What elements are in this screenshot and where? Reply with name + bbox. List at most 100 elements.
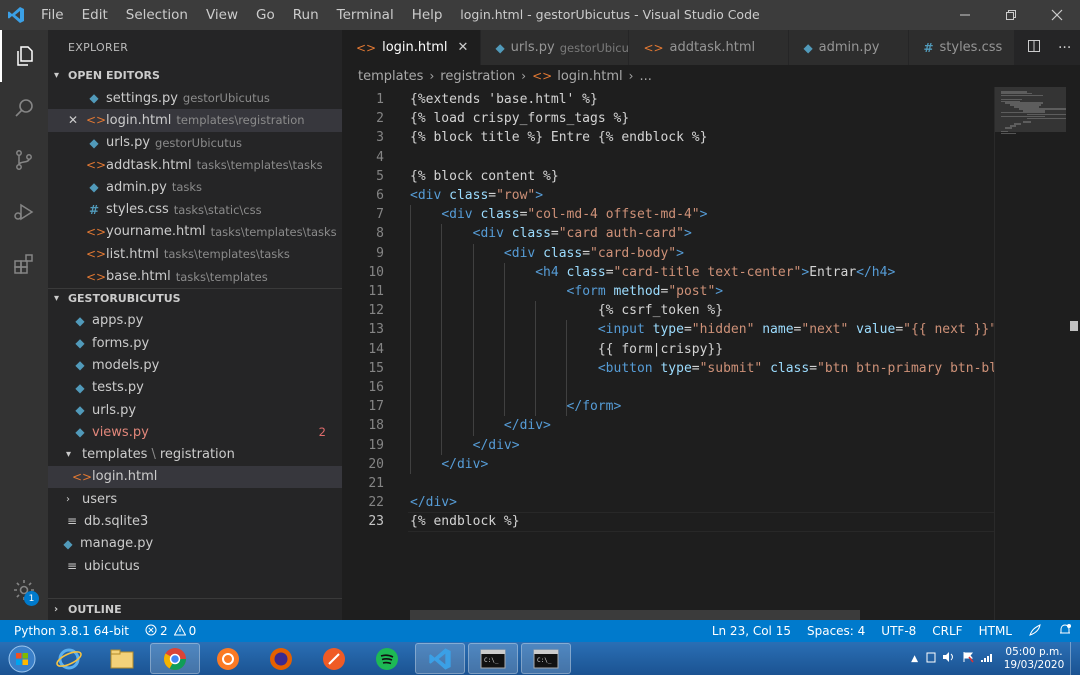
horizontal-scrollbar[interactable]: [410, 610, 860, 620]
minimap[interactable]: [994, 87, 1080, 620]
breadcrumb-item[interactable]: registration: [440, 69, 515, 84]
open-editor-item[interactable]: ◆ settings.py gestorUbicutus: [48, 87, 342, 109]
file-explorer-icon[interactable]: [97, 643, 147, 674]
language-mode[interactable]: HTML: [971, 624, 1020, 638]
split-editor-icon[interactable]: [1027, 39, 1041, 57]
firefox-icon[interactable]: [256, 643, 306, 674]
chevron-down-icon: ▾: [54, 70, 60, 81]
tab-addtask-html[interactable]: <> addtask.html: [629, 30, 790, 65]
menu-run[interactable]: Run: [284, 0, 328, 30]
vertical-scrollbar[interactable]: [1066, 87, 1080, 620]
vscode-taskbar-icon[interactable]: [415, 643, 465, 674]
encoding[interactable]: UTF-8: [873, 624, 924, 638]
notifications-bell-icon[interactable]: [1050, 623, 1080, 640]
tree-item[interactable]: ◆ forms.py: [48, 332, 342, 354]
chrome-icon[interactable]: [150, 643, 200, 674]
close-editor-icon[interactable]: ✕: [68, 113, 78, 127]
explorer-icon[interactable]: [0, 30, 48, 82]
tab-label: addtask.html: [669, 40, 756, 55]
tab-login-html[interactable]: <> login.html ✕: [342, 30, 482, 65]
source-control-icon[interactable]: [0, 134, 48, 186]
tree-item-label: tests.py: [92, 380, 144, 396]
open-editor-desc: gestorUbicutus: [155, 135, 242, 150]
extensions-icon[interactable]: [0, 238, 48, 290]
python-interpreter[interactable]: Python 3.8.1 64-bit: [14, 624, 129, 638]
tree-item[interactable]: ◆ models.py: [48, 354, 342, 376]
open-editor-item[interactable]: <> yourname.html tasks\templates\tasks: [48, 221, 342, 243]
close-icon[interactable]: ✕: [458, 40, 469, 55]
outline-header[interactable]: › OUTLINE: [48, 598, 342, 620]
tree-item[interactable]: ◆ manage.py: [48, 533, 342, 555]
menu-view[interactable]: View: [197, 0, 247, 30]
chevron-right-icon: ›: [521, 69, 527, 83]
search-icon[interactable]: [0, 82, 48, 134]
code-text: {% load crispy_forms_tags %}: [410, 111, 630, 127]
postman-icon[interactable]: [309, 643, 359, 674]
menu-file[interactable]: File: [32, 0, 73, 30]
breadcrumb-item[interactable]: templates: [358, 69, 423, 84]
code-text: <div class="card auth-card">: [472, 226, 692, 242]
settings-gear-icon[interactable]: 1: [0, 570, 48, 610]
open-editor-item[interactable]: ◆ urls.py gestorUbicutus: [48, 132, 342, 154]
breadcrumb-item[interactable]: ...: [639, 69, 651, 84]
menu-go[interactable]: Go: [247, 0, 284, 30]
xampp-icon[interactable]: [203, 643, 253, 674]
tab-urls-py[interactable]: ◆ urls.py gestorUbicutus: [481, 30, 647, 65]
menu-edit[interactable]: Edit: [73, 0, 117, 30]
scrollbar-thumb[interactable]: [1070, 321, 1078, 331]
tree-folder-templates[interactable]: ▾ templates \ registration: [48, 443, 342, 465]
chevron-down-icon: ▾: [66, 449, 72, 461]
terminal-icon[interactable]: C:\_: [468, 643, 518, 674]
code-editor[interactable]: 1 {%extends 'base.html' %} 2 {% load crispy…: [342, 87, 994, 620]
network-icon[interactable]: [980, 651, 994, 666]
open-editor-item[interactable]: <> addtask.html tasks\templates\tasks: [48, 154, 342, 176]
windows-start-icon[interactable]: [0, 642, 44, 675]
open-editor-name: list.html: [106, 246, 159, 262]
tree-item[interactable]: ◆ apps.py: [48, 310, 342, 332]
more-actions-icon[interactable]: ···: [1058, 40, 1071, 56]
tray-expand-icon[interactable]: ▲: [911, 654, 918, 664]
power-icon[interactable]: [926, 651, 936, 666]
tab-styles-css[interactable]: # styles.css: [909, 30, 1016, 65]
breadcrumb-item[interactable]: login.html: [557, 69, 622, 84]
volume-icon[interactable]: [942, 651, 956, 666]
minimize-icon[interactable]: [942, 0, 988, 30]
open-editor-item[interactable]: <> base.html tasks\templates: [48, 265, 342, 287]
open-editor-item[interactable]: <> list.html tasks\templates\tasks: [48, 243, 342, 265]
python-file-icon: ◆: [89, 135, 99, 150]
project-header[interactable]: ▾ GESTORUBICUTUS: [48, 287, 342, 310]
menu-selection[interactable]: Selection: [117, 0, 197, 30]
breadcrumb: templates › registration › <> login.html…: [342, 65, 1080, 87]
open-editor-desc: tasks\templates\tasks: [196, 158, 323, 173]
open-editor-item[interactable]: ◆ admin.py tasks: [48, 176, 342, 198]
tree-item[interactable]: ≡ db.sqlite3: [48, 510, 342, 532]
feedback-icon[interactable]: [1020, 623, 1050, 640]
tree-folder-users[interactable]: › users: [48, 488, 342, 510]
close-icon[interactable]: [1034, 0, 1080, 30]
end-of-line[interactable]: CRLF: [924, 624, 970, 638]
terminal-icon-2[interactable]: C:\_: [521, 643, 571, 674]
problems-indicator[interactable]: 2 0: [145, 623, 196, 639]
tree-item-views[interactable]: ◆ views.py 2: [48, 421, 342, 443]
tree-item[interactable]: ◆ urls.py: [48, 399, 342, 421]
open-editor-desc: templates\registration: [176, 113, 305, 128]
flag-icon[interactable]: [962, 651, 974, 666]
indentation[interactable]: Spaces: 4: [799, 624, 873, 638]
show-desktop-button[interactable]: [1070, 642, 1080, 675]
error-icon: [145, 624, 157, 639]
taskbar-clock[interactable]: 05:00 p.m. 19/03/2020: [998, 646, 1070, 672]
spotify-icon[interactable]: [362, 643, 412, 674]
run-debug-icon[interactable]: [0, 186, 48, 238]
html-file-icon: <>: [72, 469, 93, 484]
open-editors-header[interactable]: ▾ OPEN EDITORS: [48, 65, 342, 87]
internet-explorer-icon[interactable]: [44, 643, 94, 674]
tree-item[interactable]: ◆ tests.py: [48, 377, 342, 399]
tree-item[interactable]: ≡ ubicutus: [48, 555, 342, 577]
restore-icon[interactable]: [988, 0, 1034, 30]
tree-item-login[interactable]: <> login.html: [48, 465, 342, 489]
tab-admin-py[interactable]: ◆ admin.py: [789, 30, 910, 65]
line-number: 2: [376, 111, 384, 127]
open-editor-item[interactable]: # styles.css tasks\static\css: [48, 198, 342, 220]
cursor-position[interactable]: Ln 23, Col 15: [704, 624, 799, 638]
open-editor-item-active[interactable]: ✕ <> login.html templates\registration: [48, 109, 342, 132]
